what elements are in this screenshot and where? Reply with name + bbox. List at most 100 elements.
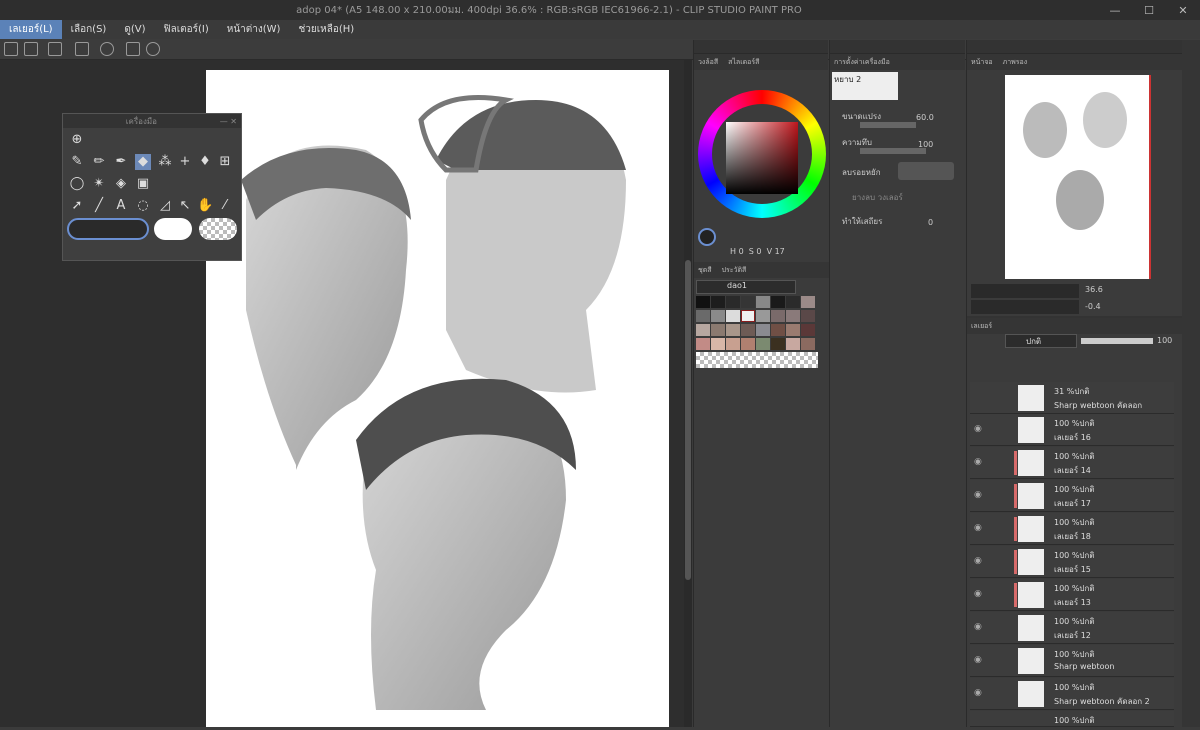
crop-icon[interactable] [24,42,38,56]
tool-window-title: เครื่องมือ [125,116,157,126]
navigator-preview[interactable] [1005,75,1151,279]
brush-preview: หยาบ 2 [832,72,898,100]
density-value[interactable]: 100 [918,140,933,149]
balloon-icon[interactable]: ◌ [135,198,151,214]
eye-icon: ◉ [974,622,982,632]
tab-history[interactable]: ประวัติสี [722,265,747,276]
menu-filter[interactable]: ฟิลเตอร์(I) [154,20,217,39]
menu-view[interactable]: ดู(V) [115,20,154,39]
hand-icon[interactable]: ✋ [197,198,213,214]
correct-line-icon[interactable]: ↖ [177,198,193,214]
stroke-value[interactable]: 0 [928,218,933,227]
menu-window[interactable]: หน้าต่าง(W) [218,20,290,39]
tab-colorset[interactable]: ชุดสี [698,265,712,276]
zoom-value[interactable]: 36.6 [1085,285,1103,294]
opacity-value[interactable]: 100 [1157,336,1172,345]
rotate-slider[interactable] [971,300,1079,314]
eyedropper-icon[interactable]: ⁄ [217,198,233,214]
canvas-vertical-scrollbar[interactable] [684,60,692,727]
eraser-icon[interactable]: ◆ [135,154,151,170]
tool-property-column: การตั้งค่าเครื่องมือ หยาบ 2 ขนาดแปรง 60.… [829,40,965,727]
search-icon[interactable] [126,42,140,56]
layer-row[interactable]: ◉ 100 %ปกติ เลเยอร์ 12 [970,612,1174,644]
sub-color-swatch[interactable] [154,218,192,240]
menu-help[interactable]: ช่วยเหลือ(H) [289,20,363,39]
menu-bar: เลเยอร์(L) เลือก(S) ดู(V) ฟิลเตอร์(I) หน… [0,20,1200,39]
layer-row[interactable]: ◉ 100 %ปกติ เลเยอร์ 16 [970,414,1174,446]
rotate-value[interactable]: -0.4 [1085,302,1101,311]
layer-row[interactable]: ◉ 100 %ปกติ เลเยอร์ 14 [970,447,1174,479]
color-palette-grid[interactable] [696,296,820,386]
eye-icon: ◉ [974,424,982,434]
magic-wand-icon[interactable]: ✴ [91,176,107,192]
download-icon[interactable]: ⊕ [69,132,85,148]
close-button[interactable]: ✕ [1166,4,1200,17]
zoom-slider[interactable] [971,284,1079,298]
brush-size-slider[interactable] [860,122,916,128]
text-icon[interactable]: A [113,198,129,214]
eye-icon: ◉ [974,523,982,533]
fill-icon[interactable] [4,42,18,56]
canvas-paper[interactable] [206,70,669,727]
menu-select[interactable]: เลือก(S) [62,20,116,39]
lasso-icon[interactable]: ◯ [69,176,85,192]
menu-layer[interactable]: เลเยอร์(L) [0,20,62,39]
tab-tool-settings[interactable]: การตั้งค่าเครื่องมือ [834,57,890,68]
layer-row[interactable]: 31 %ปกติ Sharp webtoon คัดลอก [970,382,1174,414]
minimize-button[interactable]: — [1098,4,1132,17]
tab-layer[interactable]: เลเยอร์ [971,321,992,332]
color-wheel[interactable] [698,90,826,218]
tool-window: เครื่องมือ — ✕ ⊕ ✎ ✏ ✒ ◆ ⁂ + ♦ ⊞ ◯ ✴ ◈ ▣… [62,113,242,261]
layer-row[interactable]: ◉ 100 %ปกติ Sharp webtoon คัดลอก 2 [970,678,1174,710]
tool-property-tabs: การตั้งค่าเครื่องมือ [830,54,965,70]
density-slider[interactable] [860,148,926,154]
minimize-icon[interactable]: — [220,117,228,126]
layer-row[interactable]: ◉ 100 %ปกติ เลเยอร์ 17 [970,480,1174,512]
flip-icon[interactable] [48,42,62,56]
layer-row[interactable]: 100 %ปกติ [970,711,1174,727]
transparent-swatch[interactable] [199,218,237,240]
decoration-icon[interactable]: + [177,154,193,170]
main-color-swatch[interactable] [67,218,149,240]
window-title: adop 04* (A5 148.00 x 210.00มม. 400dpi 3… [296,4,802,16]
layer-row[interactable]: ◉ 100 %ปกติ เลเยอร์ 15 [970,546,1174,578]
operation-icon[interactable]: ➚ [69,198,85,214]
tool-window-header: เครื่องมือ — ✕ [63,114,241,128]
eye-icon: ◉ [974,688,982,698]
maximize-button[interactable]: ☐ [1132,4,1166,17]
pencil-icon[interactable]: ✏ [91,154,107,170]
artwork [241,95,626,710]
opacity-slider[interactable] [1081,338,1153,344]
tab-color-wheel[interactable]: วงล้อสี [698,57,718,68]
pen-icon[interactable]: ✎ [69,154,85,170]
navigator-header [967,40,1182,54]
ruler-icon[interactable]: ◿ [157,198,173,214]
layer-row[interactable]: ◉ 100 %ปกติ เลเยอร์ 18 [970,513,1174,545]
colorset-select[interactable]: dao1 [696,280,796,294]
current-color-indicator[interactable] [698,228,716,246]
tab-color-slider[interactable]: สไลเดอร์สี [728,57,759,68]
airbrush-icon[interactable]: ⁂ [157,154,173,170]
layer-row[interactable]: ◉ 100 %ปกติ Sharp webtoon [970,645,1174,677]
brush-icon[interactable]: ✒ [113,154,129,170]
title-bar: adop 04* (A5 148.00 x 210.00มม. 400dpi 3… [0,0,1200,20]
tab-navigator[interactable]: หน้าจอ [971,57,993,68]
close-icon[interactable]: ✕ [230,117,237,126]
gradient-icon[interactable]: ▣ [135,176,151,192]
gear-icon[interactable] [146,42,160,56]
blend-mode-select[interactable]: ปกติ [1005,334,1077,348]
blend-icon[interactable]: ♦ [197,154,213,170]
hsv-readout: H 0 S 0 V 17 [730,247,785,256]
antialias-selector[interactable] [898,162,954,180]
device-icon[interactable] [75,42,89,56]
line-icon[interactable]: ╱ [91,198,107,214]
help-icon[interactable] [100,42,114,56]
brush-size-value[interactable]: 60.0 [916,113,934,122]
brush-name: หยาบ 2 [834,75,862,84]
navigator-thumbnail [1023,92,1127,230]
fill-icon[interactable]: ◈ [113,176,129,192]
layer-row[interactable]: ◉ 100 %ปกติ เลเยอร์ 13 [970,579,1174,611]
tab-sub-view[interactable]: ภาพรอง [1003,57,1028,68]
color-square[interactable] [726,122,798,194]
frame-icon[interactable]: ⊞ [217,154,233,170]
